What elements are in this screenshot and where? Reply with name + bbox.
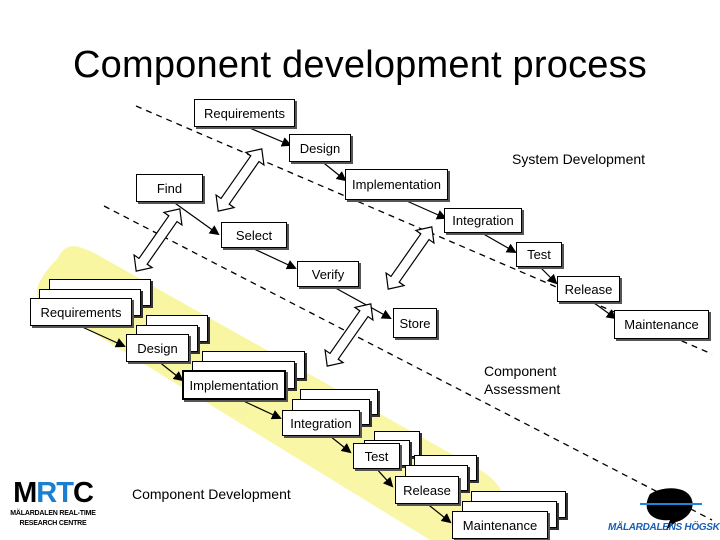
mrtc-logo: MRTC MÄLARDALEN REAL-TIME RESEARCH CENTR… [6, 478, 100, 528]
component-assessment-label: Component Assessment [484, 362, 560, 398]
double-arrow-icon [385, 226, 435, 290]
component-development-label: Component Development [132, 486, 291, 502]
component-step-maintenance: Maintenance [452, 511, 548, 539]
mrtc-wordmark: MRTC [6, 478, 100, 508]
assessment-step-verify: Verify [297, 261, 359, 287]
system-step-implementation: Implementation [345, 169, 448, 200]
component-step-requirements: Requirements [30, 298, 132, 326]
system-step-maintenance: Maintenance [614, 310, 709, 339]
assessment-step-find: Find [136, 174, 203, 202]
system-development-label: System Development [512, 151, 646, 167]
system-step-test: Test [516, 242, 562, 267]
system-step-requirements: Requirements [194, 99, 295, 127]
assessment-step-select: Select [221, 222, 287, 248]
mrtc-letter-m: M [13, 477, 37, 509]
double-arrow-icon [324, 303, 374, 367]
mrtc-letters-rt: RT [36, 477, 74, 509]
assessment-flow-arrows [171, 200, 392, 319]
mrtc-letter-c: C [72, 477, 94, 509]
system-step-integration: Integration [444, 208, 522, 233]
mdh-logo-text: MÄLARDALENS HÖGSKOLA [608, 522, 720, 533]
double-arrow-icon [215, 148, 265, 212]
component-step-design: Design [126, 334, 189, 362]
mrtc-subtitle-line1: MÄLARDALEN REAL-TIME [10, 510, 96, 517]
component-assessment-label-line1: Component [484, 363, 557, 379]
component-step-release: Release [395, 476, 459, 504]
component-step-test: Test [353, 443, 400, 469]
system-step-design: Design [289, 134, 351, 162]
assessment-step-store: Store [393, 308, 437, 338]
mrtc-subtitle-line2: RESEARCH CENTRE [19, 520, 87, 527]
system-step-release: Release [557, 276, 620, 302]
double-arrow-icon [133, 208, 183, 272]
component-step-integration: Integration [282, 410, 360, 436]
component-assessment-label-line2: Assessment [484, 381, 561, 397]
component-step-implementation: Implementation [182, 370, 286, 400]
